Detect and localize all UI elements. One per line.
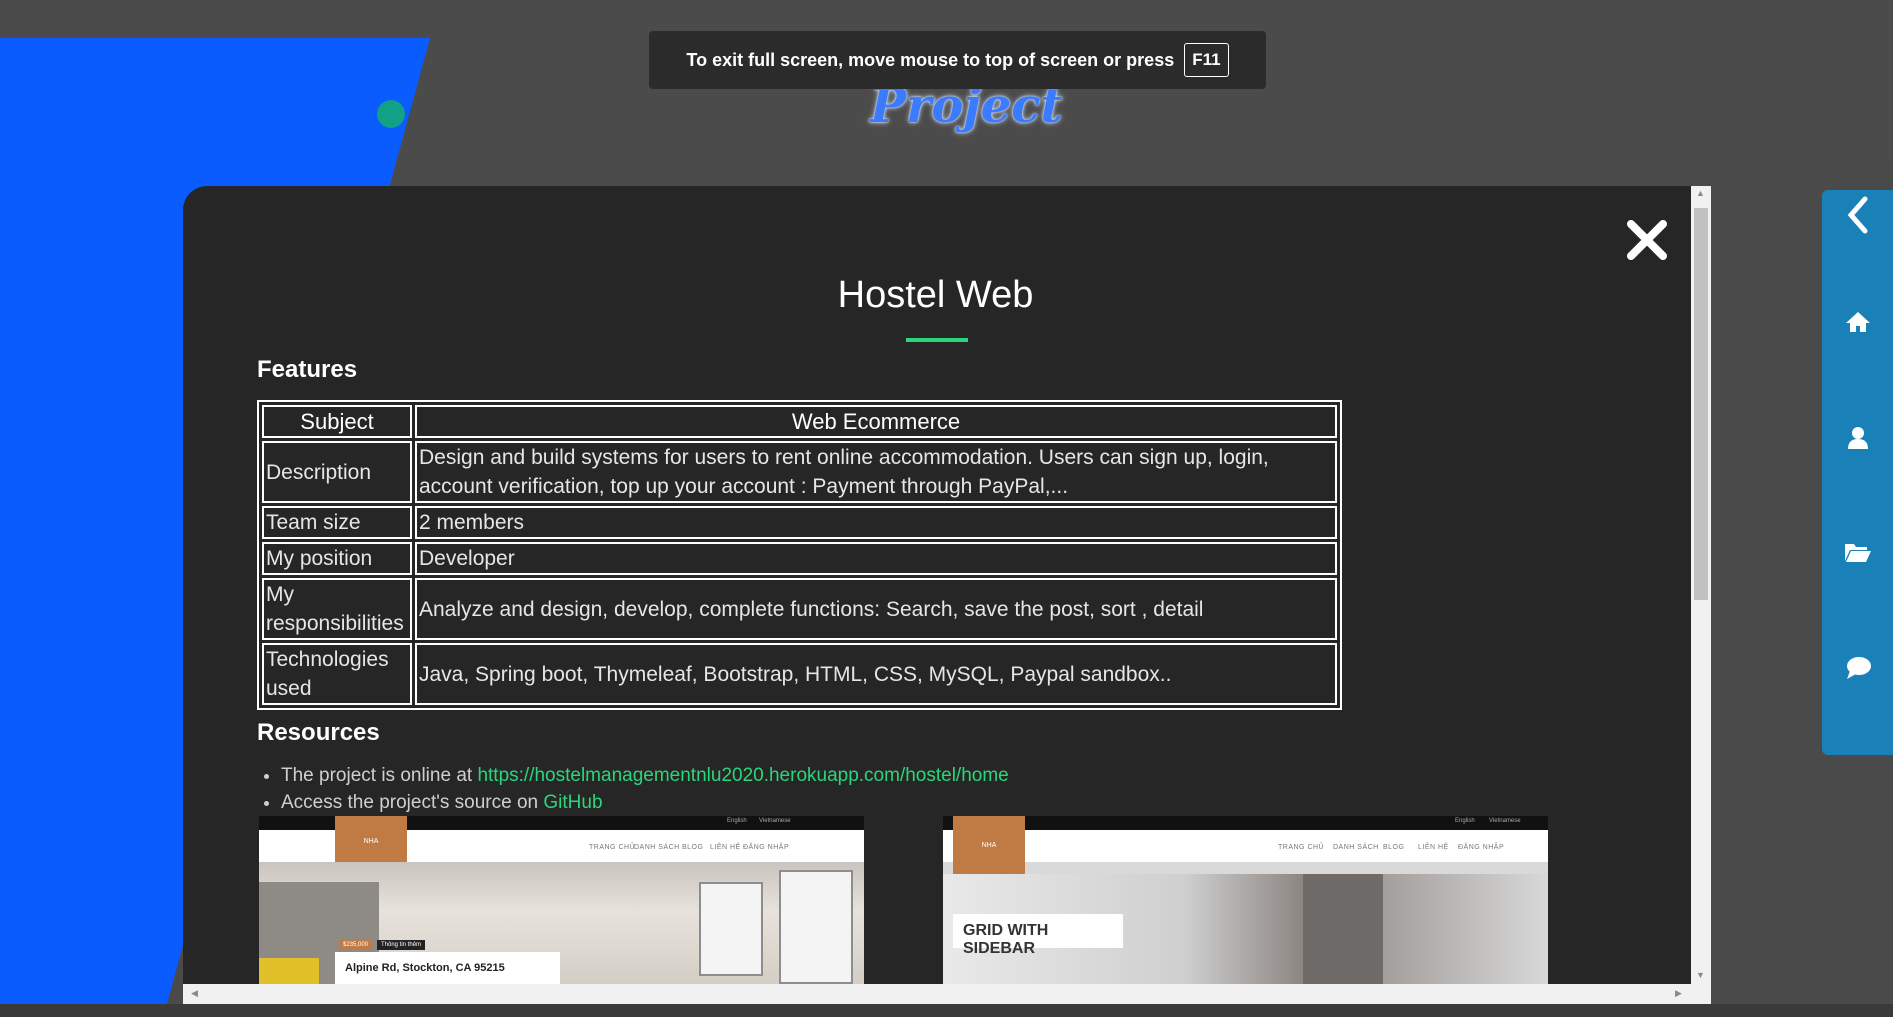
table-cell-value: Java, Spring boot, Thymeleaf, Bootstrap,… [415,643,1337,705]
table-cell-value: Analyze and design, develop, complete fu… [415,578,1337,640]
resources-list: The project is online at https://hostelm… [261,762,1009,816]
resources-heading: Resources [257,719,380,746]
screenshot-logo: NHA [953,816,1025,874]
scroll-left-icon[interactable]: ◀ [191,988,198,999]
screenshot-lang-en: English [1455,818,1475,824]
table-row: My position Developer [262,542,1337,575]
scroll-down-icon[interactable]: ▼ [1696,970,1705,980]
list-item: Access the project's source on GitHub [281,789,1009,816]
table-cell-key: Team size [262,506,412,539]
screenshot-nav: TRANG CHỦ DANH SÁCH BLOG LIÊN HỆ ĐĂNG NH… [943,830,1548,862]
table-cell-key: My responsibilities [262,578,412,640]
project-screenshot[interactable]: English Vietnamese TRANG CHỦ DANH SÁCH B… [259,816,864,986]
screenshot-nav-item: LIÊN HỆ [1418,844,1449,851]
screenshot-banner: GRID WITH SIDEBAR [963,922,1049,957]
table-cell-value: 2 members [415,506,1337,539]
table-header-value: Web Ecommerce [415,405,1337,438]
table-row: My responsibilities Analyze and design, … [262,578,1337,640]
screenshot-nav-item: ĐĂNG NHẬP [1458,844,1505,851]
screenshot-address-card: Alpine Rd, Stockton, CA 95215 [335,952,560,986]
table-cell-key: Technologies used [262,643,412,705]
list-item: The project is online at https://hostelm… [281,762,1009,789]
folder-open-icon[interactable] [1822,532,1893,572]
scroll-up-icon[interactable]: ▲ [1696,188,1705,198]
table-row: Team size 2 members [262,506,1337,539]
table-cell-key: My position [262,542,412,575]
table-cell-key: Description [262,441,412,503]
screenshot-price-tag: $235,000 [339,940,373,950]
screenshot-nav-item: LIÊN HỆ [710,844,741,851]
scrollbar-thumb[interactable] [1694,208,1708,600]
screenshot-banner-card: GRID WITH SIDEBAR [953,914,1123,957]
table-cell-value: Developer [415,542,1337,575]
fullscreen-key: F11 [1184,43,1229,77]
github-link[interactable]: GitHub [543,792,602,813]
features-table: Subject Web Ecommerce Description Design… [257,400,1342,710]
screenshot-nav-item: BLOG [682,844,704,851]
resource-source-label: Access the project's source on [281,792,539,813]
table-row: Technologies used Java, Spring boot, Thy… [262,643,1337,705]
screenshot-lang-vi: Vietnamese [759,818,791,824]
screenshot-logo: NHA [335,816,407,862]
scroll-right-icon[interactable]: ▶ [1675,988,1682,999]
table-row: Description Design and build systems for… [262,441,1337,503]
modal-title: Hostel Web [837,274,1034,316]
close-icon [1627,220,1667,260]
table-header-key: Subject [262,405,412,438]
screenshot-nav-item: DANH SÁCH [1333,844,1379,851]
close-button[interactable] [1623,216,1671,264]
title-underline [906,338,968,342]
screenshot-nav-item: TRANG CHỦ [589,844,636,851]
project-online-link[interactable]: https://hostelmanagementnlu2020.herokuap… [477,765,1008,786]
screenshot-photo: GRID WITH SIDEBAR [943,874,1548,986]
screenshot-topbar: English Vietnamese [943,816,1548,830]
side-navigation [1822,190,1893,755]
decorative-dot [377,100,405,128]
project-screenshot[interactable]: English Vietnamese TRANG CHỦ DANH SÁCH B… [943,816,1548,986]
features-heading: Features [257,356,358,383]
screenshot-nav-item: DANH SÁCH [634,844,680,851]
project-modal: Hostel Web Features Subject Web Ecommerc… [183,186,1711,1004]
screenshot-lang-vi: Vietnamese [1489,818,1521,824]
screenshot-nav-item: TRANG CHỦ [1278,844,1325,851]
screenshot-nav-item: ĐĂNG NHẬP [743,844,790,851]
fullscreen-notice: To exit full screen, move mouse to top o… [649,31,1266,89]
resource-online-label: The project is online at [281,765,473,786]
user-icon[interactable] [1822,418,1893,458]
screenshot-info-tag: Thông tin thêm [377,940,426,950]
bottom-strip [0,1004,1893,1017]
comment-icon[interactable] [1822,648,1893,688]
screenshot-address: Alpine Rd, Stockton, CA 95215 [345,962,505,974]
screenshot-photo: $235,000 Thông tin thêm Alpine Rd, Stock… [259,862,864,986]
fullscreen-notice-text: To exit full screen, move mouse to top o… [686,49,1175,70]
vertical-scrollbar[interactable]: ▲ ▼ [1691,186,1711,984]
home-icon[interactable] [1822,302,1893,342]
horizontal-scrollbar[interactable]: ◀ ▶ [183,984,1711,1004]
chevron-left-icon[interactable] [1822,190,1893,240]
screenshot-lang-en: English [727,818,747,824]
screenshot-nav-item: BLOG [1383,844,1405,851]
table-header-row: Subject Web Ecommerce [262,405,1337,438]
table-cell-value: Design and build systems for users to re… [415,441,1337,503]
